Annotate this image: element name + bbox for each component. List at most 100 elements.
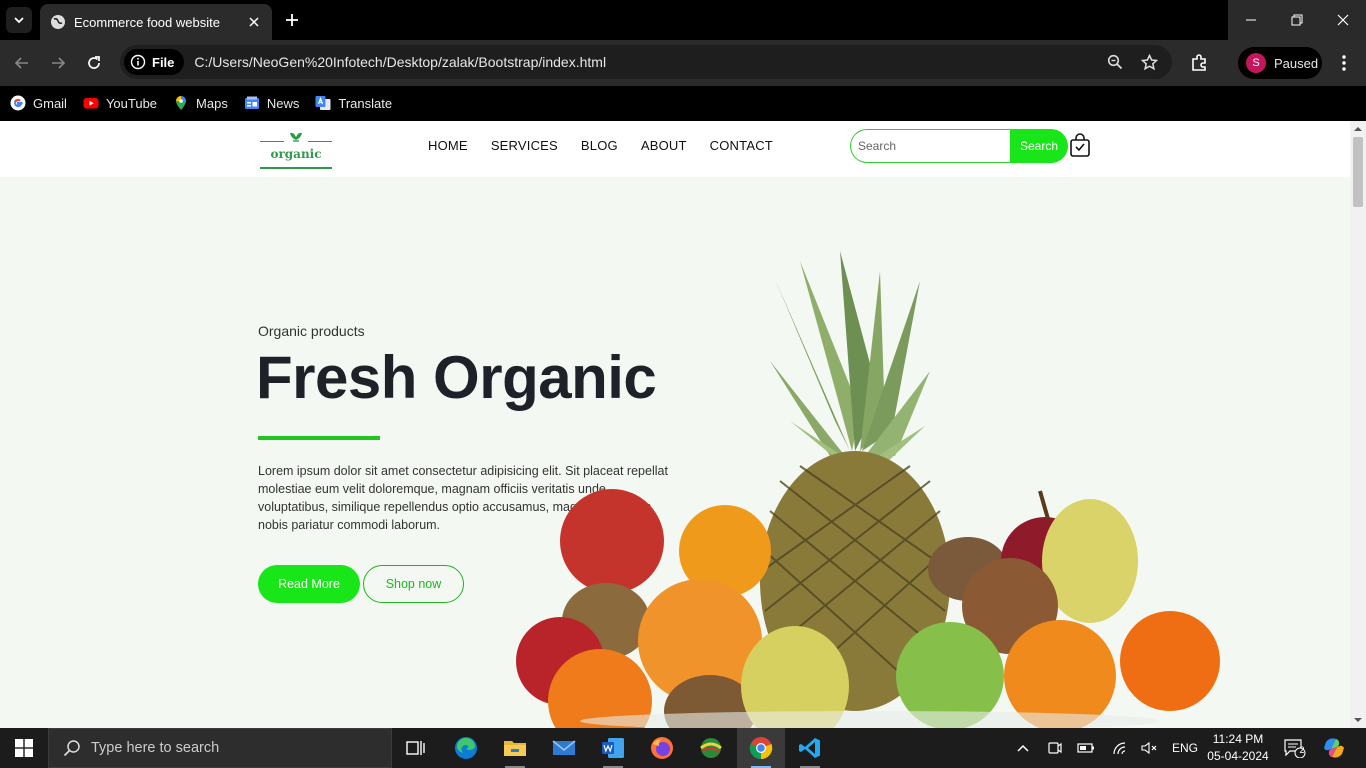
avatar: S	[1246, 53, 1266, 73]
hero-fruit-image	[516, 251, 1220, 728]
extensions-button[interactable]	[1188, 52, 1210, 74]
bookmark-star-icon[interactable]	[1138, 51, 1160, 73]
chrome-icon	[749, 737, 773, 760]
nav-contact[interactable]: CONTACT	[710, 138, 773, 153]
show-hidden-icons[interactable]	[1014, 739, 1032, 757]
search-input[interactable]	[850, 129, 1010, 163]
bookmark-gmail[interactable]: Gmail	[10, 95, 67, 111]
bookmark-news[interactable]: News	[244, 95, 300, 111]
taskbar-chrome[interactable]	[737, 728, 785, 768]
search-icon	[63, 740, 80, 757]
globe-app-icon	[700, 738, 722, 758]
bookmark-label: Translate	[338, 95, 393, 111]
page-scrollbar[interactable]	[1350, 121, 1366, 728]
site-logo[interactable]: organic	[260, 129, 332, 171]
shop-now-button[interactable]: Shop now	[363, 565, 464, 603]
profile-button[interactable]: S Paused	[1238, 47, 1322, 79]
news-icon	[244, 95, 260, 111]
camera-icon	[1048, 742, 1062, 754]
copilot-button[interactable]	[1322, 736, 1346, 760]
site-info-chip[interactable]: File	[124, 49, 185, 75]
volume-muted-icon	[1141, 741, 1157, 755]
reload-icon	[88, 56, 100, 69]
close-window-button[interactable]	[1320, 0, 1366, 40]
taskbar-search-placeholder: Type here to search	[91, 740, 220, 756]
scroll-thumb[interactable]	[1353, 137, 1363, 207]
tray-volume[interactable]	[1141, 739, 1159, 757]
windows-taskbar: Type here to search ENG 11:24 PM 05-04-2…	[0, 728, 1366, 768]
translate-icon	[315, 95, 331, 111]
bookmark-translate[interactable]: Translate	[315, 95, 392, 111]
info-icon	[130, 54, 146, 70]
word-icon	[602, 738, 624, 758]
orange	[1120, 611, 1220, 711]
language-indicator[interactable]: ENG	[1172, 741, 1198, 755]
bookmark-maps[interactable]: Maps	[173, 95, 228, 111]
start-button[interactable]	[0, 728, 48, 768]
folder-icon	[504, 741, 526, 756]
arrow-right-icon	[52, 57, 66, 69]
restore-button[interactable]	[1274, 0, 1320, 40]
globe-icon	[50, 14, 66, 30]
notification-center[interactable]: 2	[1284, 737, 1306, 759]
url-text[interactable]: C:/Users/NeoGen%20Infotech/Desktop/zalak…	[194, 54, 1104, 70]
read-more-button[interactable]: Read More	[258, 565, 360, 603]
notification-count: 2	[1299, 745, 1305, 755]
browser-toolbar: File C:/Users/NeoGen%20Infotech/Desktop/…	[0, 40, 1366, 86]
firefox-icon	[651, 737, 673, 759]
tab-search-button[interactable]	[6, 7, 32, 33]
zoom-icon[interactable]	[1104, 51, 1126, 73]
taskbar-edge[interactable]	[442, 728, 490, 768]
logo-text: organic	[270, 147, 322, 161]
url-scheme-label: File	[152, 54, 175, 70]
profile-status: Paused	[1274, 55, 1319, 71]
taskbar-file-explorer[interactable]	[491, 728, 539, 768]
minimize-icon	[1246, 19, 1256, 21]
leaf-icon	[290, 132, 302, 142]
shopping-bag-icon[interactable]	[1069, 133, 1091, 159]
task-view-button[interactable]	[392, 728, 440, 768]
scroll-up-icon[interactable]	[1354, 125, 1362, 133]
clock-time: 11:24 PM	[1212, 732, 1264, 746]
taskbar-mail[interactable]	[540, 728, 588, 768]
restore-icon	[1291, 14, 1303, 26]
windows-logo-icon	[15, 739, 33, 757]
edge-icon	[455, 737, 477, 759]
site-header: organic HOME SERVICES BLOG ABOUT CONTACT…	[0, 121, 1350, 177]
bookmark-youtube[interactable]: YouTube	[83, 95, 157, 111]
plus-icon	[286, 14, 298, 26]
vscode-icon	[799, 738, 820, 758]
nav-blog[interactable]: BLOG	[581, 138, 618, 153]
clock-date: 05-04-2024	[1207, 749, 1269, 763]
minimize-button[interactable]	[1228, 0, 1274, 40]
arrow-left-icon	[14, 57, 28, 69]
bookmark-label: News	[266, 95, 300, 111]
new-tab-button[interactable]	[282, 10, 302, 30]
tray-camera[interactable]	[1046, 739, 1064, 757]
bookmark-label: Maps	[196, 95, 228, 111]
system-clock[interactable]: 11:24 PM 05-04-2024	[1206, 731, 1270, 765]
page-viewport: organic HOME SERVICES BLOG ABOUT CONTACT…	[0, 121, 1366, 728]
taskbar-word[interactable]	[589, 728, 637, 768]
reload-button[interactable]	[83, 52, 105, 74]
taskbar-firefox[interactable]	[638, 728, 686, 768]
taskbar-app[interactable]	[687, 728, 735, 768]
tab-close-icon[interactable]	[246, 14, 262, 30]
tray-battery[interactable]	[1077, 739, 1095, 757]
tray-network[interactable]	[1111, 739, 1129, 757]
nav-about[interactable]: ABOUT	[641, 138, 687, 153]
taskbar-search[interactable]: Type here to search	[48, 728, 392, 768]
bookmark-label: YouTube	[105, 95, 158, 111]
search-button[interactable]: Search	[1010, 129, 1068, 163]
nav-home[interactable]: HOME	[428, 138, 468, 153]
chevron-up-icon	[1017, 744, 1029, 752]
back-button[interactable]	[11, 52, 33, 74]
scroll-down-icon[interactable]	[1354, 716, 1362, 724]
address-bar[interactable]: File C:/Users/NeoGen%20Infotech/Desktop/…	[120, 45, 1172, 79]
tab-title: Ecommerce food website	[74, 14, 220, 30]
browser-menu-button[interactable]	[1334, 52, 1354, 74]
taskbar-vscode[interactable]	[786, 728, 834, 768]
forward-button[interactable]	[47, 52, 69, 74]
nav-services[interactable]: SERVICES	[491, 138, 558, 153]
browser-tab[interactable]: Ecommerce food website	[40, 4, 272, 40]
